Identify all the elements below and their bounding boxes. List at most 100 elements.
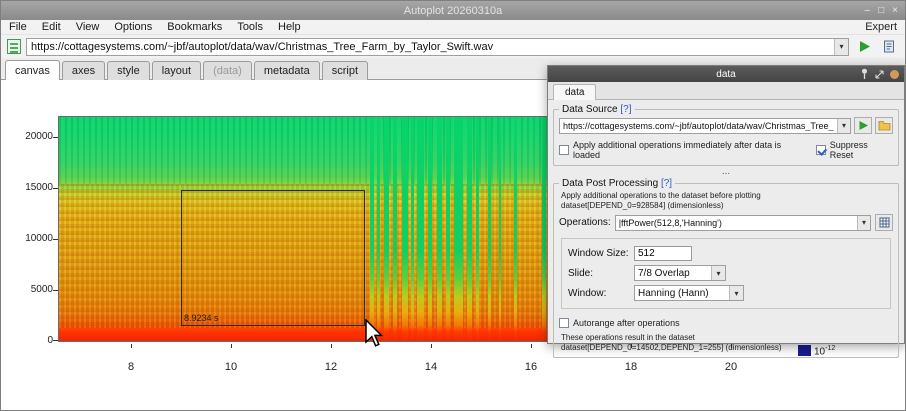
menu-view[interactable]: View bbox=[76, 21, 100, 33]
spectrogram-stripe bbox=[393, 117, 397, 341]
collapsed-splitter[interactable]: ... bbox=[553, 168, 899, 176]
x-axis-label: 16 bbox=[516, 361, 546, 373]
menu-edit[interactable]: Edit bbox=[42, 21, 61, 33]
window-function-label: Window: bbox=[568, 288, 634, 299]
dialog-address-combo[interactable]: ▾ bbox=[559, 118, 851, 134]
post-processing-legend-text: Data Post Processing bbox=[562, 178, 658, 189]
tab-data[interactable]: (data) bbox=[203, 61, 252, 80]
grid-icon bbox=[879, 217, 890, 228]
datasource-type-icon bbox=[7, 39, 21, 54]
y-axis-label: 20000 bbox=[11, 131, 53, 142]
expert-mode-selector[interactable]: Expert bbox=[865, 21, 897, 33]
data-source-help-link[interactable]: [?] bbox=[620, 104, 631, 115]
play-icon bbox=[858, 120, 869, 131]
go-button[interactable] bbox=[854, 38, 874, 56]
selection-box[interactable] bbox=[181, 190, 365, 326]
y-tick bbox=[53, 188, 58, 189]
chevron-down-icon[interactable]: ▾ bbox=[857, 216, 870, 230]
y-tick bbox=[53, 340, 58, 341]
window-title: Autoplot 20260310a bbox=[404, 5, 502, 17]
y-tick bbox=[53, 239, 58, 240]
data-dialog: data data Data Source [?] bbox=[547, 65, 905, 344]
chevron-down-icon[interactable]: ▾ bbox=[834, 39, 848, 55]
dataset-after-label: dataset[DEPEND_0=14502,DEPEND_1=255] (di… bbox=[561, 343, 893, 352]
x-tick bbox=[531, 344, 532, 348]
result-hint: These operations result in the dataset bbox=[561, 333, 893, 342]
chevron-down-icon[interactable]: ▾ bbox=[711, 266, 725, 280]
tab-script[interactable]: script bbox=[322, 61, 368, 80]
minimize-button[interactable]: – bbox=[865, 1, 871, 20]
address-combo[interactable]: ▾ bbox=[26, 38, 849, 56]
spectrogram-stripe bbox=[542, 117, 546, 341]
autoplot-window: Autoplot 20260310a – □ × File Edit View … bbox=[0, 0, 906, 411]
slide-select[interactable]: 7/8 Overlap ▾ bbox=[634, 265, 726, 281]
post-processing-legend: Data Post Processing [?] bbox=[559, 178, 675, 189]
spectrogram-stripe bbox=[476, 117, 479, 341]
x-axis-label: 10 bbox=[216, 361, 246, 373]
data-source-legend: Data Source [?] bbox=[559, 104, 635, 115]
window-size-input[interactable] bbox=[634, 246, 692, 261]
chevron-down-icon[interactable]: ▾ bbox=[837, 119, 850, 133]
chevron-down-icon[interactable]: ▾ bbox=[729, 286, 743, 300]
x-axis-label: 20 bbox=[716, 361, 746, 373]
x-axis-label: 8 bbox=[116, 361, 146, 373]
close-icon[interactable] bbox=[890, 70, 899, 79]
mouse-cursor bbox=[364, 319, 384, 349]
undock-icon[interactable] bbox=[875, 70, 884, 79]
spectrogram-stripe bbox=[499, 117, 501, 341]
window-titlebar[interactable]: Autoplot 20260310a – □ × bbox=[1, 1, 905, 20]
slide-label: Slide: bbox=[568, 268, 634, 279]
operations-input[interactable] bbox=[616, 218, 857, 228]
y-axis-label: 5000 bbox=[11, 284, 53, 295]
menu-bar: File Edit View Options Bookmarks Tools H… bbox=[1, 20, 905, 35]
data-dialog-tabbar: data bbox=[548, 82, 904, 100]
data-dialog-titlebar[interactable]: data bbox=[548, 66, 904, 82]
x-axis-label: 14 bbox=[416, 361, 446, 373]
menu-file[interactable]: File bbox=[9, 21, 27, 33]
maximize-button[interactable]: □ bbox=[878, 1, 884, 20]
x-tick bbox=[231, 344, 232, 348]
operations-picker-button[interactable] bbox=[875, 214, 893, 231]
y-axis-label: 15000 bbox=[11, 182, 53, 193]
tab-axes[interactable]: axes bbox=[62, 61, 105, 80]
post-processing-help-link[interactable]: [?] bbox=[661, 178, 672, 189]
address-bar: ▾ bbox=[1, 35, 905, 58]
data-source-legend-text: Data Source bbox=[562, 104, 618, 115]
dialog-tab-data[interactable]: data bbox=[553, 84, 596, 100]
x-axis-label: 18 bbox=[616, 361, 646, 373]
spectrogram-stripe bbox=[370, 117, 374, 341]
suppress-reset-checkbox[interactable] bbox=[816, 145, 826, 155]
menu-help[interactable]: Help bbox=[278, 21, 301, 33]
window-function-select[interactable]: Hanning (Hann) ▾ bbox=[634, 285, 744, 301]
operations-combo[interactable]: ▾ bbox=[615, 215, 871, 231]
data-dialog-title: data bbox=[716, 69, 735, 80]
y-tick bbox=[53, 290, 58, 291]
file-browse-button[interactable] bbox=[875, 117, 893, 134]
spectrogram-stripe bbox=[514, 117, 517, 341]
menu-bookmarks[interactable]: Bookmarks bbox=[167, 21, 222, 33]
y-axis-label: 10000 bbox=[11, 233, 53, 244]
y-axis-label: 0 bbox=[11, 335, 53, 346]
pin-icon[interactable] bbox=[860, 68, 869, 80]
spectrogram-stripe bbox=[402, 117, 408, 341]
spectrogram-stripe bbox=[454, 117, 463, 341]
dialog-address-input[interactable] bbox=[560, 121, 837, 131]
editor-button[interactable] bbox=[879, 38, 899, 56]
dataset-before-label: dataset[DEPEND_0=928584] (dimensionless) bbox=[561, 201, 893, 210]
tab-layout[interactable]: layout bbox=[152, 61, 201, 80]
spectrogram-stripe bbox=[384, 117, 389, 341]
document-icon bbox=[883, 40, 895, 53]
menu-options[interactable]: Options bbox=[114, 21, 152, 33]
dialog-go-button[interactable] bbox=[854, 117, 872, 134]
menu-tools[interactable]: Tools bbox=[237, 21, 263, 33]
apply-immediately-checkbox[interactable] bbox=[559, 145, 569, 155]
tab-metadata[interactable]: metadata bbox=[254, 61, 320, 80]
address-input[interactable] bbox=[27, 41, 834, 53]
tab-style[interactable]: style bbox=[107, 61, 150, 80]
folder-icon bbox=[878, 120, 891, 131]
x-tick bbox=[431, 344, 432, 348]
tab-canvas[interactable]: canvas bbox=[5, 60, 60, 80]
autorange-checkbox[interactable] bbox=[559, 318, 569, 328]
post-processing-hint: Apply additional operations to the datas… bbox=[561, 191, 893, 200]
close-button[interactable]: × bbox=[892, 1, 898, 20]
